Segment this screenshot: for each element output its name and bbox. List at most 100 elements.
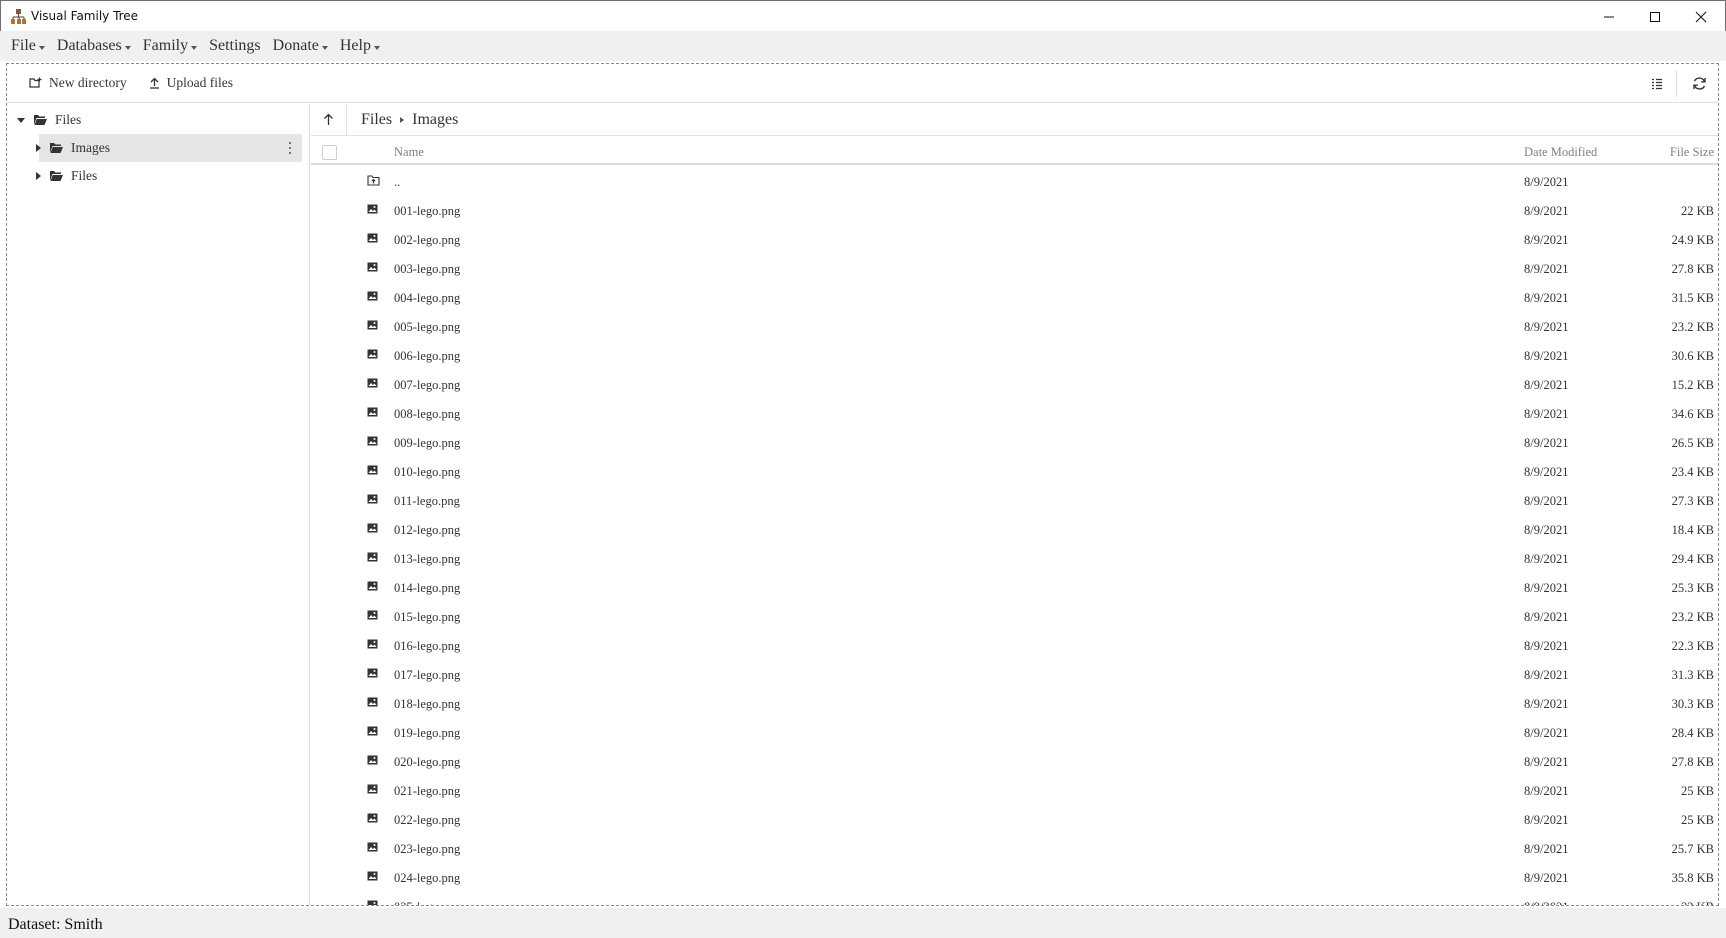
table-row[interactable]: 010-lego.png 8/9/2021 23.4 KB (311, 457, 1718, 486)
new-directory-button[interactable]: New directory (29, 75, 127, 91)
maximize-button[interactable] (1632, 1, 1678, 32)
upload-icon (149, 77, 159, 89)
family-tree-icon (11, 9, 26, 24)
chevron-down-icon (38, 45, 45, 50)
table-row[interactable]: 002-lego.png 8/9/2021 24.9 KB (311, 225, 1718, 254)
file-date: 8/9/2021 (1524, 755, 1569, 769)
image-file-icon (367, 813, 378, 823)
file-name: 020-lego.png (394, 755, 461, 769)
chevron-right-icon[interactable] (36, 172, 41, 180)
more-options-icon[interactable] (289, 142, 292, 154)
image-file-icon (367, 784, 378, 794)
minimize-icon (1604, 16, 1614, 17)
menu-databases[interactable]: Databases (57, 37, 131, 55)
image-file-icon (367, 552, 378, 562)
table-row[interactable]: 019-lego.png 8/9/2021 28.4 KB (311, 718, 1718, 747)
file-date: 8/9/2021 (1524, 581, 1569, 595)
file-name: 017-lego.png (394, 668, 461, 682)
image-file-icon (367, 726, 378, 736)
file-size: 27.3 KB (1671, 494, 1714, 508)
file-date: 8/9/2021 (1524, 813, 1569, 827)
breadcrumb-item-files[interactable]: Files (361, 111, 392, 129)
chevron-down-icon (124, 45, 131, 50)
tree-item-files-root[interactable]: Files (17, 106, 297, 134)
file-size: 18.4 KB (1671, 523, 1714, 537)
image-file-icon (367, 842, 378, 852)
table-row[interactable]: 020-lego.png 8/9/2021 27.8 KB (311, 747, 1718, 776)
file-name: 009-lego.png (394, 436, 461, 450)
menu-help[interactable]: Help (340, 37, 380, 55)
table-row[interactable]: 023-lego.png 8/9/2021 25.7 KB (311, 834, 1718, 863)
file-size: 34.6 KB (1671, 407, 1714, 421)
table-row[interactable]: 021-lego.png 8/9/2021 25 KB (311, 776, 1718, 805)
table-row[interactable]: 018-lego.png 8/9/2021 30.3 KB (311, 689, 1718, 718)
table-row[interactable]: 005-lego.png 8/9/2021 23.2 KB (311, 312, 1718, 341)
breadcrumb-item-images[interactable]: Images (412, 111, 458, 129)
table-row[interactable]: 017-lego.png 8/9/2021 31.3 KB (311, 660, 1718, 689)
close-button[interactable] (1678, 1, 1724, 32)
table-row[interactable]: 007-lego.png 8/9/2021 15.2 KB (311, 370, 1718, 399)
table-row[interactable]: 011-lego.png 8/9/2021 27.3 KB (311, 486, 1718, 515)
table-row[interactable]: 006-lego.png 8/9/2021 30.6 KB (311, 341, 1718, 370)
column-header-date[interactable]: Date Modified (1524, 145, 1597, 160)
list-view-icon (1652, 78, 1662, 89)
chevron-down-icon (191, 45, 198, 50)
parent-directory-row[interactable]: .. 8/9/2021 (311, 167, 1718, 196)
file-name: 002-lego.png (394, 233, 461, 247)
chevron-right-icon[interactable] (36, 144, 41, 152)
column-header-name[interactable]: Name (394, 145, 424, 160)
file-size: 30.6 KB (1671, 349, 1714, 363)
file-toolbar: New directory Upload files (7, 64, 1718, 103)
table-row[interactable]: 015-lego.png 8/9/2021 23.2 KB (311, 602, 1718, 631)
view-toggle-button[interactable] (1638, 64, 1676, 103)
file-name: 015-lego.png (394, 610, 461, 624)
menu-settings[interactable]: Settings (209, 37, 261, 55)
breadcrumb: Files Images (311, 104, 1718, 136)
file-date: 8/9/2021 (1524, 407, 1569, 421)
file-size: 27.8 KB (1671, 262, 1714, 276)
image-file-icon (367, 465, 378, 475)
column-header-size[interactable]: File Size (1670, 145, 1714, 160)
table-row[interactable]: 013-lego.png 8/9/2021 29.4 KB (311, 544, 1718, 573)
file-date: 8/9/2021 (1524, 842, 1569, 856)
minimize-button[interactable] (1586, 1, 1632, 32)
tree-item-images[interactable]: Images (36, 134, 302, 162)
folder-open-icon (50, 143, 63, 153)
folder-open-icon (50, 171, 63, 181)
upload-files-button[interactable]: Upload files (149, 75, 233, 91)
refresh-button[interactable] (1680, 64, 1718, 103)
file-date: 8/9/2021 (1524, 900, 1568, 905)
file-size: 25.7 KB (1671, 842, 1714, 856)
table-row[interactable]: 024-lego.png 8/9/2021 35.8 KB (311, 863, 1718, 892)
table-row[interactable]: 012-lego.png 8/9/2021 18.4 KB (311, 515, 1718, 544)
chevron-down-icon[interactable] (17, 117, 25, 123)
refresh-icon (1692, 77, 1706, 90)
select-all-checkbox[interactable] (322, 145, 337, 160)
table-row[interactable]: 004-lego.png 8/9/2021 31.5 KB (311, 283, 1718, 312)
file-size: 29.4 KB (1671, 552, 1714, 566)
table-row[interactable]: 003-lego.png 8/9/2021 27.8 KB (311, 254, 1718, 283)
file-name: 008-lego.png (394, 407, 461, 421)
image-file-icon (367, 233, 378, 243)
tree-item-files[interactable]: Files (36, 162, 299, 190)
table-header: Name Date Modified File Size (311, 137, 1718, 165)
file-size: 24.9 KB (1671, 233, 1714, 247)
table-row[interactable]: 025-lego.png 8/9/2021 32 KB (311, 892, 1718, 905)
file-date: 8/9/2021 (1524, 871, 1569, 885)
table-row[interactable]: 022-lego.png 8/9/2021 25 KB (311, 805, 1718, 834)
table-row[interactable]: 009-lego.png 8/9/2021 26.5 KB (311, 428, 1718, 457)
table-row[interactable]: 008-lego.png 8/9/2021 34.6 KB (311, 399, 1718, 428)
menu-donate[interactable]: Donate (273, 37, 328, 55)
file-name: 018-lego.png (394, 697, 461, 711)
menu-file[interactable]: File (11, 37, 45, 55)
chevron-down-icon (321, 45, 328, 50)
table-row[interactable]: 001-lego.png 8/9/2021 22 KB (311, 196, 1718, 225)
file-date: 8/9/2021 (1524, 784, 1569, 798)
navigate-up-button[interactable] (311, 104, 347, 136)
table-row[interactable]: 016-lego.png 8/9/2021 22.3 KB (311, 631, 1718, 660)
file-date: 8/9/2021 (1524, 668, 1569, 682)
table-row[interactable]: 014-lego.png 8/9/2021 25.3 KB (311, 573, 1718, 602)
image-file-icon (367, 349, 378, 359)
file-size: 31.3 KB (1671, 668, 1714, 682)
menu-family[interactable]: Family (143, 37, 198, 55)
